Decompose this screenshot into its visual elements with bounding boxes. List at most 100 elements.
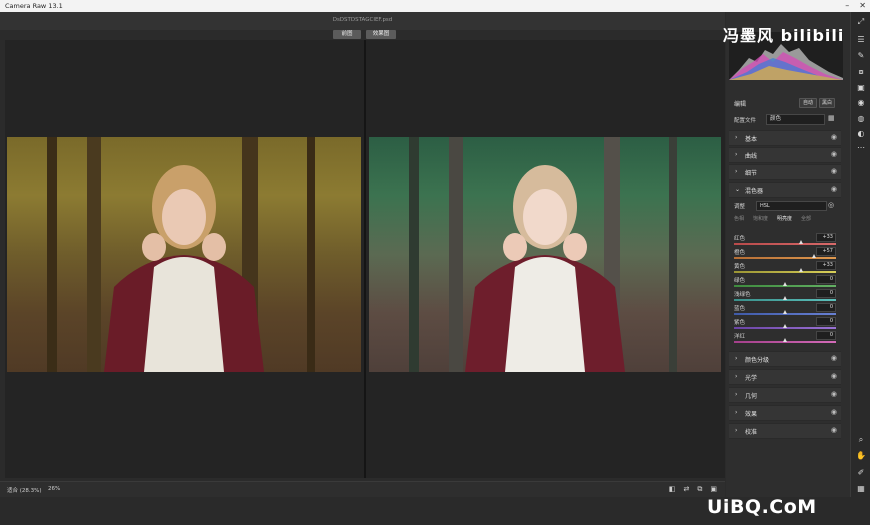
slider-thumb[interactable] [783,324,787,328]
heal-icon[interactable]: ⧇ [855,66,867,78]
title-bar: Camera Raw 13.1 – ✕ [0,0,870,12]
minimize-icon[interactable]: – [845,1,849,10]
luminance-slider[interactable]: 红色 +33 [734,233,836,248]
bw-button[interactable]: 黑白 [819,98,835,108]
visibility-icon[interactable]: ◉ [831,354,837,362]
profile-select[interactable]: 颜色 [766,114,825,125]
tab-saturation[interactable]: 饱和度 [753,215,768,223]
tab-hue[interactable]: 色相 [734,215,744,223]
collapsed-section[interactable]: › 校准 ◉ [729,423,841,439]
portrait-subject [465,165,625,372]
slider-thumb[interactable] [783,310,787,314]
more-icon[interactable]: ⋯ [855,142,867,154]
target-adjust-icon[interactable]: ◎ [828,201,834,209]
profile-label: 配置文件 [734,118,757,124]
redeye-icon[interactable]: ◍ [855,113,867,125]
slider-thumb[interactable] [783,338,787,342]
luminance-slider[interactable]: 紫色 0 [734,317,836,332]
section-name: 效果 [745,411,758,418]
copy-settings-icon[interactable]: ⧉ [697,485,702,494]
collapsed-section[interactable]: › 光学 ◉ [729,369,841,385]
visibility-icon[interactable]: ◉ [831,167,837,175]
slider-track[interactable] [734,243,836,245]
section-curves[interactable]: › 曲线 ◉ [729,147,841,163]
visibility-icon[interactable]: ◉ [831,390,837,398]
visibility-icon[interactable]: ◉ [831,133,837,141]
expand-icon[interactable]: ⤢ [855,16,867,28]
slider-label: 橙色 [734,250,746,256]
before-after-icon[interactable]: ◧ [669,485,676,494]
swap-icon[interactable]: ⇄ [684,485,690,494]
sampler-icon[interactable]: ✐ [855,467,867,479]
toggle-view-icon[interactable]: ▣ [710,485,717,494]
slider-value-input[interactable]: 0 [816,289,836,298]
slider-value-input[interactable]: +57 [816,247,836,256]
bottom-toolbar: 适合 (28.3%) 26% ◧ ⇄ ⧉ ▣ [0,481,725,498]
visibility-icon[interactable]: ◉ [831,185,837,193]
grid-icon[interactable]: ▦ [855,483,867,495]
chevron-down-icon: ⌄ [735,186,741,193]
edit-sliders-icon[interactable]: ☰ [855,34,867,46]
visibility-icon[interactable]: ◉ [831,408,837,416]
collapsed-section[interactable]: › 颜色分级 ◉ [729,351,841,367]
slider-thumb[interactable] [783,282,787,286]
visibility-icon[interactable]: ◉ [831,150,837,158]
luminance-slider[interactable]: 绿色 0 [734,275,836,290]
chevron-right-icon: › [735,427,738,434]
before-toggle-button[interactable]: 前图 [333,30,361,39]
chevron-right-icon: › [735,168,738,175]
section-basic[interactable]: › 基本 ◉ [729,130,841,146]
fit-zoom-label[interactable]: 适合 (28.3%) [7,486,42,494]
tree-trunk [669,137,677,372]
tab-luminance[interactable]: 明亮度 [777,215,792,223]
section-color-mixer[interactable]: ⌄ 混色器 ◉ [729,182,841,198]
brush-icon[interactable]: ✎ [855,50,867,62]
slider-thumb[interactable] [811,254,816,258]
slider-value-input[interactable]: +33 [816,233,836,242]
slider-thumb[interactable] [799,240,804,244]
slider-thumb[interactable] [783,296,787,300]
luminance-slider[interactable]: 黄色 +33 [734,261,836,276]
section-detail[interactable]: › 细节 ◉ [729,164,841,180]
close-icon[interactable]: ✕ [859,1,866,10]
presets-icon[interactable]: ◐ [855,128,867,140]
slider-value-input[interactable]: 0 [816,275,836,284]
edit-title: 编辑 [734,101,747,108]
zoom-icon[interactable]: ⌕ [855,434,867,446]
tool-strip: ⤢ ☰ ✎ ⧇ ▣ ◉ ◍ ◐ ⋯ ⌕ ✋ ✐ ▦ [850,12,870,497]
profile-row: 配置文件 颜色 ▦ [734,114,840,125]
hsl-tabs: 色相 饱和度 明亮度 全部 [734,215,839,223]
tree-trunk [307,137,315,372]
collapsed-section[interactable]: › 效果 ◉ [729,405,841,421]
slider-thumb[interactable] [799,268,804,272]
auto-button[interactable]: 自动 [799,98,817,108]
slider-track[interactable] [734,257,836,259]
slider-value-input[interactable]: +33 [816,261,836,270]
split-divider[interactable] [364,40,366,478]
visibility-icon[interactable]: ◉ [831,426,837,434]
slider-track[interactable] [734,271,836,273]
collapsed-section[interactable]: › 几何 ◉ [729,387,841,403]
luminance-slider[interactable]: 蓝色 0 [734,303,836,318]
slider-label: 蓝色 [734,306,746,312]
tree-trunk [409,137,419,372]
mask-icon[interactable]: ▣ [855,82,867,94]
tab-all[interactable]: 全部 [801,215,811,223]
section-name: 校准 [745,429,758,436]
luminance-slider[interactable]: 洋红 0 [734,331,836,346]
zoom-dropdown[interactable]: 26% [48,486,60,492]
slider-value-input[interactable]: 0 [816,331,836,340]
slider-value-input[interactable]: 0 [816,303,836,312]
view-mode-icons: ◧ ⇄ ⧉ ▣ [669,485,717,494]
luminance-slider[interactable]: 浅绿色 0 [734,289,836,304]
after-toggle-button[interactable]: 效果图 [366,30,396,39]
portrait-subject [104,165,264,372]
luminance-slider[interactable]: 橙色 +57 [734,247,836,262]
chevron-right-icon: › [735,391,738,398]
adjust-select[interactable]: HSL [756,201,827,211]
visibility-icon[interactable]: ◉ [831,372,837,380]
radial-icon[interactable]: ◉ [855,97,867,109]
hand-icon[interactable]: ✋ [855,450,867,462]
slider-value-input[interactable]: 0 [816,317,836,326]
profile-browser-icon[interactable]: ▦ [828,114,835,122]
